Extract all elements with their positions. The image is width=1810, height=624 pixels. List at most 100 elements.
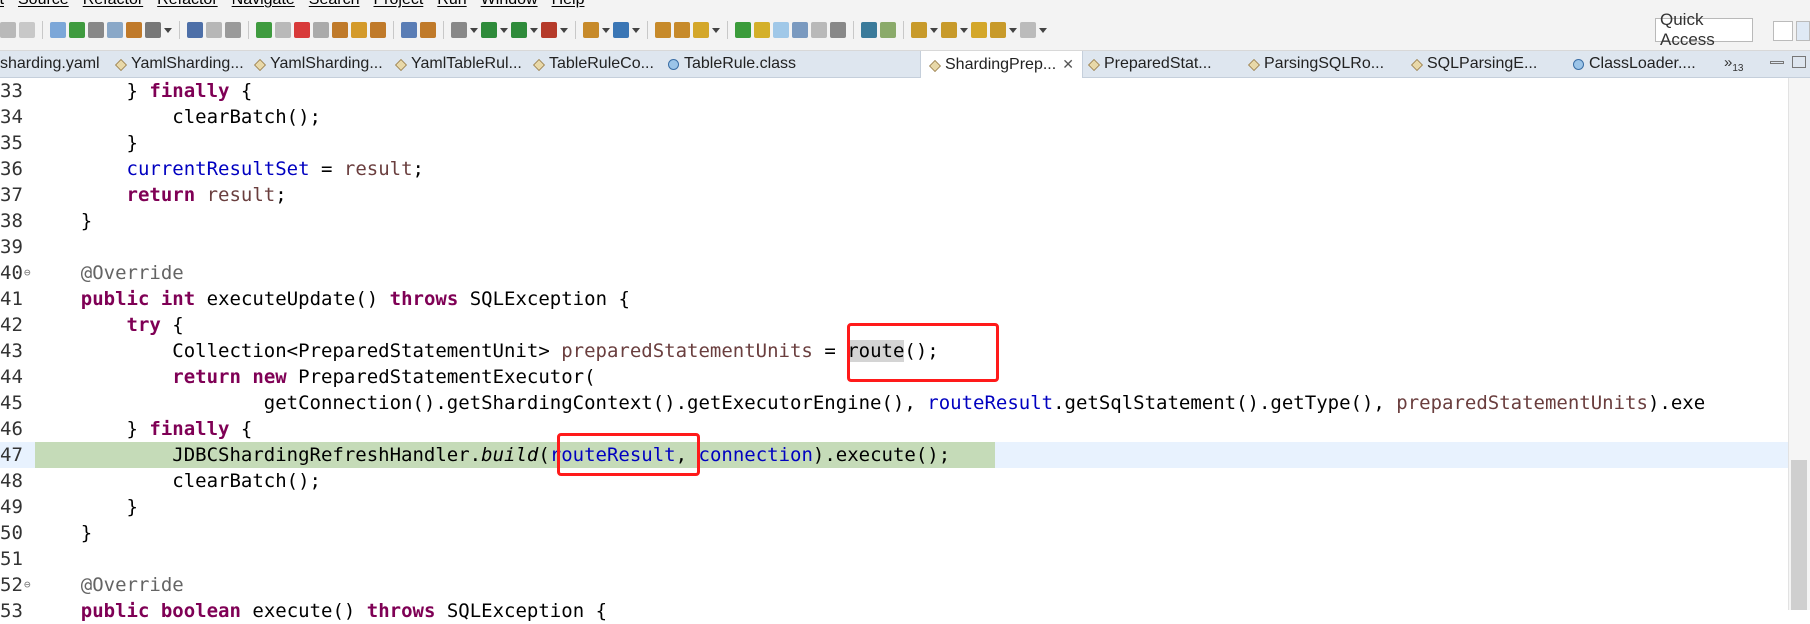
toolbar-action-icon[interactable] xyxy=(693,22,709,38)
tab-parsingsqlro[interactable]: ParsingSQLRo... xyxy=(1246,51,1384,77)
dropdown-arrow-icon[interactable] xyxy=(1009,22,1017,38)
toolbar-action-icon[interactable] xyxy=(811,22,827,38)
tab-classloader[interactable]: ClassLoader.... xyxy=(1571,51,1696,77)
toolbar-action-icon[interactable] xyxy=(294,22,310,38)
toolbar-action-icon[interactable] xyxy=(50,22,66,38)
toolbar-action-icon[interactable] xyxy=(145,22,161,38)
menu-item-help[interactable]: Help xyxy=(552,0,585,9)
toolbar-action-icon[interactable] xyxy=(370,22,386,38)
code-line[interactable]: 33 } finally { xyxy=(0,78,1788,104)
toolbar-action-icon[interactable] xyxy=(880,22,896,38)
tab-tablerule-class[interactable]: TableRule.class xyxy=(666,51,796,77)
toolbar-action-icon[interactable] xyxy=(754,22,770,38)
toolbar-action-icon[interactable] xyxy=(420,22,436,38)
open-perspective-icon[interactable] xyxy=(1773,21,1793,41)
toolbar-action-icon[interactable] xyxy=(19,22,35,38)
dropdown-arrow-icon[interactable] xyxy=(632,22,640,38)
tab-preparedstat[interactable]: PreparedStat... xyxy=(1086,51,1212,77)
dropdown-arrow-icon[interactable] xyxy=(560,22,568,38)
toolbar-action-icon[interactable] xyxy=(735,22,751,38)
menu-item-refactor[interactable]: Refactor xyxy=(157,0,217,9)
dropdown-arrow-icon[interactable] xyxy=(530,22,538,38)
menu-item-run[interactable]: Run xyxy=(437,0,466,9)
code-line[interactable]: 36 currentResultSet = result; xyxy=(0,156,1788,182)
toolbar-action-icon[interactable] xyxy=(126,22,142,38)
menu-item-project[interactable]: Project xyxy=(374,0,424,9)
toolbar-action-icon[interactable] xyxy=(332,22,348,38)
dropdown-arrow-icon[interactable] xyxy=(164,22,172,38)
dropdown-arrow-icon[interactable] xyxy=(960,22,968,38)
toolbar-action-icon[interactable] xyxy=(206,22,222,38)
code-line[interactable]: 35 } xyxy=(0,130,1788,156)
menu-item-it[interactable]: it xyxy=(0,0,4,9)
toolbar-action-icon[interactable] xyxy=(861,22,877,38)
toolbar-action-icon[interactable] xyxy=(88,22,104,38)
toolbar-action-icon[interactable] xyxy=(401,22,417,38)
toolbar-action-icon[interactable] xyxy=(0,22,16,38)
dropdown-arrow-icon[interactable] xyxy=(712,22,720,38)
code-line[interactable]: 40 ⊖ @Override xyxy=(0,260,1788,286)
tab-sqlparsinge[interactable]: SQLParsingE... xyxy=(1409,51,1537,77)
code-line[interactable]: 46 } finally { xyxy=(0,416,1788,442)
toolbar-action-icon[interactable] xyxy=(256,22,272,38)
code-line[interactable]: 37 return result; xyxy=(0,182,1788,208)
toolbar-action-icon[interactable] xyxy=(451,22,467,38)
code-line[interactable]: 34 clearBatch(); xyxy=(0,104,1788,130)
code-line[interactable]: 53 public boolean execute() throws SQLEx… xyxy=(0,598,1788,624)
scrollbar-thumb[interactable] xyxy=(1791,460,1807,610)
tab-yamlsharding[interactable]: YamlSharding... xyxy=(113,51,244,77)
minimize-icon[interactable] xyxy=(1770,61,1784,64)
tab-overflow-button[interactable]: »13 xyxy=(1724,54,1743,74)
dropdown-arrow-icon[interactable] xyxy=(1039,22,1047,38)
toolbar-action-icon[interactable] xyxy=(830,22,846,38)
toolbar-action-icon[interactable] xyxy=(511,22,527,38)
java-perspective-icon[interactable] xyxy=(1796,21,1810,41)
fold-toggle-icon[interactable]: ⊖ xyxy=(24,260,31,286)
toolbar-action-icon[interactable] xyxy=(792,22,808,38)
close-tab-icon[interactable]: ✕ xyxy=(1062,56,1074,73)
tab-yamlsharding[interactable]: YamlSharding... xyxy=(252,51,383,77)
code-line[interactable]: 52 ⊖ @Override xyxy=(0,572,1788,598)
code-line[interactable]: 38 } xyxy=(0,208,1788,234)
toolbar-action-icon[interactable] xyxy=(313,22,329,38)
toolbar-action-icon[interactable] xyxy=(1020,22,1036,38)
toolbar-action-icon[interactable] xyxy=(773,22,789,38)
toolbar-action-icon[interactable] xyxy=(541,22,557,38)
toolbar-action-icon[interactable] xyxy=(655,22,671,38)
code-line[interactable]: 50 } xyxy=(0,520,1788,546)
dropdown-arrow-icon[interactable] xyxy=(470,22,478,38)
tab-shardingprep[interactable]: ShardingPrep... ✕ xyxy=(920,51,1083,78)
code-line[interactable]: 49 } xyxy=(0,494,1788,520)
toolbar-action-icon[interactable] xyxy=(971,22,987,38)
dropdown-arrow-icon[interactable] xyxy=(602,22,610,38)
dropdown-arrow-icon[interactable] xyxy=(500,22,508,38)
maximize-icon[interactable] xyxy=(1792,56,1806,68)
toolbar-action-icon[interactable] xyxy=(225,22,241,38)
menu-item-window[interactable]: Window xyxy=(481,0,538,9)
tab-sharding-yaml[interactable]: sharding.yaml xyxy=(0,51,100,77)
menu-item-navigate[interactable]: Navigate xyxy=(232,0,295,9)
toolbar-action-icon[interactable] xyxy=(613,22,629,38)
fold-toggle-icon[interactable]: ⊖ xyxy=(24,572,31,598)
toolbar-action-icon[interactable] xyxy=(583,22,599,38)
toolbar-action-icon[interactable] xyxy=(674,22,690,38)
code-line[interactable]: 51 xyxy=(0,546,1788,572)
toolbar-action-icon[interactable] xyxy=(941,22,957,38)
toolbar-action-icon[interactable] xyxy=(911,22,927,38)
code-line[interactable]: 45 getConnection().getShardingContext().… xyxy=(0,390,1788,416)
toolbar-action-icon[interactable] xyxy=(187,22,203,38)
menu-item-source[interactable]: Source xyxy=(18,0,69,9)
code-line[interactable]: 41 public int executeUpdate() throws SQL… xyxy=(0,286,1788,312)
toolbar-action-icon[interactable] xyxy=(275,22,291,38)
toolbar-action-icon[interactable] xyxy=(990,22,1006,38)
code-line[interactable]: 48 clearBatch(); xyxy=(0,468,1788,494)
code-line[interactable]: 47 JDBCShardingRefreshHandler.build(rout… xyxy=(0,442,1788,468)
toolbar-action-icon[interactable] xyxy=(69,22,85,38)
toolbar-action-icon[interactable] xyxy=(481,22,497,38)
toolbar-action-icon[interactable] xyxy=(107,22,123,38)
tab-yamltablerul[interactable]: YamlTableRul... xyxy=(393,51,522,77)
dropdown-arrow-icon[interactable] xyxy=(930,22,938,38)
tab-tableruleco[interactable]: TableRuleCo... xyxy=(531,51,654,77)
menu-item-search[interactable]: Search xyxy=(309,0,360,9)
toolbar-action-icon[interactable] xyxy=(351,22,367,38)
